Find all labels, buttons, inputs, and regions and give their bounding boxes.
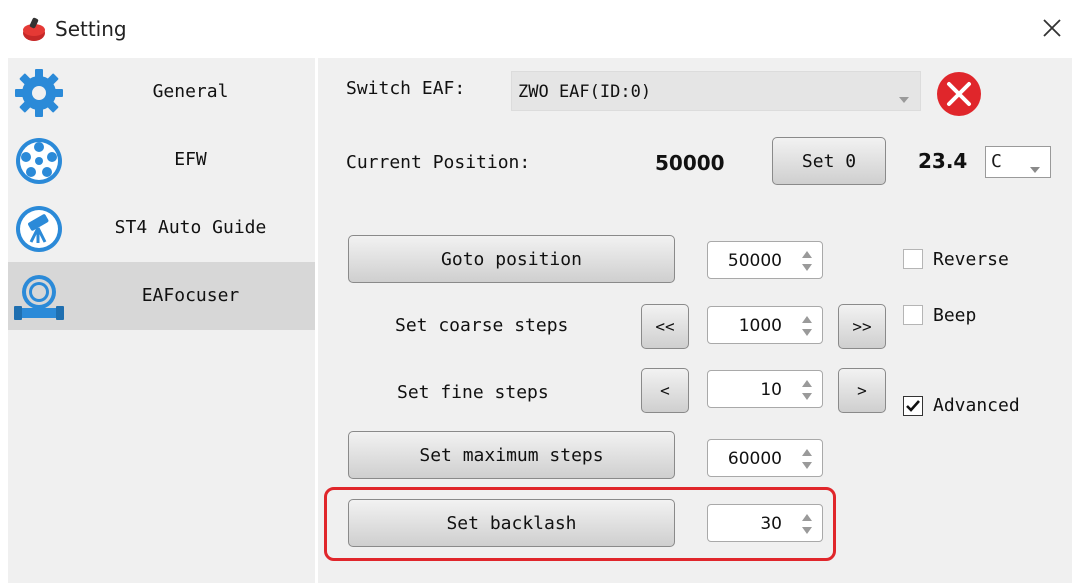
window-title: Setting [55, 17, 127, 41]
goto-position-input[interactable]: 50000 [707, 241, 823, 279]
app-logo-icon [22, 16, 46, 42]
fine-decrement-button[interactable]: < [641, 368, 689, 413]
close-icon[interactable] [1040, 16, 1064, 40]
fine-steps-value: 10 [760, 380, 782, 400]
coarse-increment-button[interactable]: >> [838, 304, 886, 349]
fine-steps-label: Set fine steps [397, 382, 549, 403]
coarse-steps-input[interactable]: 1000 [707, 306, 823, 344]
chevron-down-icon [1029, 159, 1041, 173]
coarse-steps-value: 1000 [738, 316, 782, 336]
beep-checkbox[interactable] [903, 305, 923, 325]
settings-sidebar: General EFW ST4 Auto Guide EAFocuser [8, 58, 315, 583]
title-bar: Setting [0, 0, 1072, 58]
coarse-decrement-button[interactable]: << [641, 304, 689, 349]
fine-steps-input[interactable]: 10 [707, 370, 823, 408]
set-maximum-steps-button[interactable]: Set maximum steps [348, 431, 675, 479]
spin-arrows-icon[interactable] [800, 511, 814, 537]
switch-eaf-value: ZWO EAF(ID:0) [518, 82, 652, 102]
sidebar-item-label: EFW [174, 149, 207, 170]
set-zero-button[interactable]: Set 0 [772, 137, 886, 185]
gear-icon [12, 66, 66, 120]
spin-arrows-icon[interactable] [800, 248, 814, 274]
goto-position-button[interactable]: Goto position [348, 235, 675, 283]
disconnect-button[interactable] [935, 71, 985, 117]
beep-label: Beep [933, 305, 977, 326]
switch-eaf-label: Switch EAF: [346, 78, 466, 99]
sidebar-item-label: ST4 Auto Guide [114, 217, 267, 238]
spin-arrows-icon[interactable] [800, 377, 814, 403]
advanced-label: Advanced [933, 395, 1020, 416]
filter-wheel-icon [12, 134, 66, 188]
temperature-value: 23.4 [918, 149, 968, 173]
spin-arrows-icon[interactable] [800, 313, 814, 339]
current-position-label: Current Position: [346, 152, 531, 173]
backlash-input[interactable]: 30 [707, 504, 823, 542]
focuser-icon [12, 270, 66, 324]
coarse-steps-label: Set coarse steps [395, 315, 569, 336]
temperature-unit-select[interactable]: C [985, 146, 1051, 178]
fine-increment-button[interactable]: > [838, 368, 886, 413]
sidebar-item-efw[interactable]: EFW [8, 126, 315, 194]
telescope-icon [12, 202, 66, 256]
sidebar-item-label: General [152, 81, 229, 102]
current-position-value: 50000 [655, 151, 725, 175]
chevron-down-icon [898, 89, 910, 103]
temperature-unit-value: C [991, 151, 1002, 172]
sidebar-item-eafocuser[interactable]: EAFocuser [8, 262, 315, 330]
set-backlash-button[interactable]: Set backlash [348, 499, 675, 547]
goto-position-value: 50000 [727, 251, 782, 271]
maximum-steps-input[interactable]: 60000 [707, 439, 823, 477]
reverse-checkbox[interactable] [903, 249, 923, 269]
spin-arrows-icon[interactable] [800, 446, 814, 472]
checkmark-icon [906, 400, 920, 412]
backlash-value: 30 [760, 514, 782, 534]
advanced-checkbox[interactable] [903, 396, 923, 416]
switch-eaf-select[interactable]: ZWO EAF(ID:0) [511, 71, 921, 111]
sidebar-item-label: EAFocuser [141, 285, 240, 306]
sidebar-item-general[interactable]: General [8, 58, 315, 126]
reverse-label: Reverse [933, 249, 1009, 270]
maximum-steps-value: 60000 [727, 449, 782, 469]
sidebar-item-st4-auto-guide[interactable]: ST4 Auto Guide [8, 194, 315, 262]
